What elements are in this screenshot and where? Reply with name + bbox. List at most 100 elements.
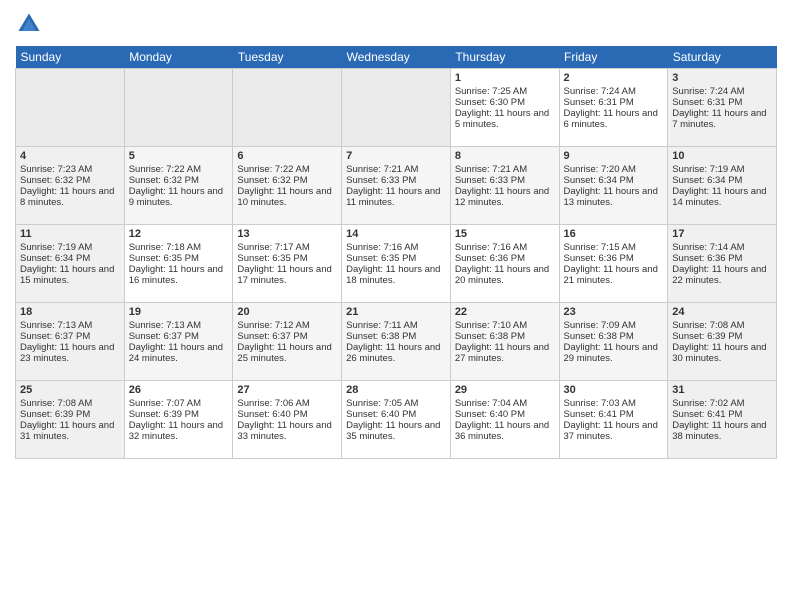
day-number: 15 xyxy=(455,228,555,240)
calendar-cell: 22Sunrise: 7:10 AMSunset: 6:38 PMDayligh… xyxy=(450,303,559,381)
sunset-text: Sunset: 6:33 PM xyxy=(455,175,525,186)
calendar-cell: 25Sunrise: 7:08 AMSunset: 6:39 PMDayligh… xyxy=(16,381,125,459)
day-number: 22 xyxy=(455,306,555,318)
calendar-cell xyxy=(342,69,451,147)
daylight-text: Daylight: 11 hours and 21 minutes. xyxy=(564,264,658,286)
daylight-text: Daylight: 11 hours and 22 minutes. xyxy=(672,264,766,286)
logo-icon xyxy=(15,10,43,38)
calendar-week-3: 11Sunrise: 7:19 AMSunset: 6:34 PMDayligh… xyxy=(16,225,777,303)
calendar-cell: 13Sunrise: 7:17 AMSunset: 6:35 PMDayligh… xyxy=(233,225,342,303)
col-header-friday: Friday xyxy=(559,46,668,69)
sunset-text: Sunset: 6:32 PM xyxy=(20,175,90,186)
col-header-sunday: Sunday xyxy=(16,46,125,69)
logo xyxy=(15,10,47,38)
day-number: 10 xyxy=(672,150,772,162)
sunrise-text: Sunrise: 7:19 AM xyxy=(20,242,92,253)
sunrise-text: Sunrise: 7:06 AM xyxy=(237,398,309,409)
daylight-text: Daylight: 11 hours and 24 minutes. xyxy=(129,342,223,364)
sunrise-text: Sunrise: 7:07 AM xyxy=(129,398,201,409)
sunrise-text: Sunrise: 7:25 AM xyxy=(455,86,527,97)
sunrise-text: Sunrise: 7:21 AM xyxy=(455,164,527,175)
sunset-text: Sunset: 6:34 PM xyxy=(564,175,634,186)
sunrise-text: Sunrise: 7:18 AM xyxy=(129,242,201,253)
sunrise-text: Sunrise: 7:13 AM xyxy=(20,320,92,331)
calendar-cell: 5Sunrise: 7:22 AMSunset: 6:32 PMDaylight… xyxy=(124,147,233,225)
sunset-text: Sunset: 6:32 PM xyxy=(237,175,307,186)
calendar-cell: 15Sunrise: 7:16 AMSunset: 6:36 PMDayligh… xyxy=(450,225,559,303)
day-number: 24 xyxy=(672,306,772,318)
daylight-text: Daylight: 11 hours and 5 minutes. xyxy=(455,108,549,130)
sunset-text: Sunset: 6:33 PM xyxy=(346,175,416,186)
sunset-text: Sunset: 6:32 PM xyxy=(129,175,199,186)
daylight-text: Daylight: 11 hours and 9 minutes. xyxy=(129,186,223,208)
day-number: 5 xyxy=(129,150,229,162)
sunrise-text: Sunrise: 7:16 AM xyxy=(346,242,418,253)
daylight-text: Daylight: 11 hours and 30 minutes. xyxy=(672,342,766,364)
sunset-text: Sunset: 6:35 PM xyxy=(237,253,307,264)
daylight-text: Daylight: 11 hours and 7 minutes. xyxy=(672,108,766,130)
calendar-cell: 29Sunrise: 7:04 AMSunset: 6:40 PMDayligh… xyxy=(450,381,559,459)
sunrise-text: Sunrise: 7:02 AM xyxy=(672,398,744,409)
sunrise-text: Sunrise: 7:08 AM xyxy=(20,398,92,409)
daylight-text: Daylight: 11 hours and 16 minutes. xyxy=(129,264,223,286)
day-number: 25 xyxy=(20,384,120,396)
calendar-cell xyxy=(16,69,125,147)
daylight-text: Daylight: 11 hours and 18 minutes. xyxy=(346,264,440,286)
calendar-cell: 30Sunrise: 7:03 AMSunset: 6:41 PMDayligh… xyxy=(559,381,668,459)
daylight-text: Daylight: 11 hours and 31 minutes. xyxy=(20,420,114,442)
sunset-text: Sunset: 6:38 PM xyxy=(564,331,634,342)
sunrise-text: Sunrise: 7:24 AM xyxy=(564,86,636,97)
sunrise-text: Sunrise: 7:21 AM xyxy=(346,164,418,175)
sunset-text: Sunset: 6:38 PM xyxy=(346,331,416,342)
sunset-text: Sunset: 6:37 PM xyxy=(20,331,90,342)
day-number: 29 xyxy=(455,384,555,396)
col-header-wednesday: Wednesday xyxy=(342,46,451,69)
calendar-week-5: 25 Sunrise: 7:08 AM Sunset: 6:39 PM Dayligh… xyxy=(16,381,777,459)
calendar-cell: 6Sunrise: 7:22 AMSunset: 6:32 PMDaylight… xyxy=(233,147,342,225)
sunrise-text: Sunrise: 7:22 AM xyxy=(237,164,309,175)
sunrise-text: Sunrise: 7:09 AM xyxy=(564,320,636,331)
calendar-cell xyxy=(124,69,233,147)
sunset-text: Sunset: 6:38 PM xyxy=(455,331,525,342)
sunrise-text: Sunrise: 7:24 AM xyxy=(672,86,744,97)
daylight-text: Daylight: 11 hours and 12 minutes. xyxy=(455,186,549,208)
daylight-text: Daylight: 11 hours and 6 minutes. xyxy=(564,108,658,130)
sunrise-text: Sunrise: 7:05 AM xyxy=(346,398,418,409)
day-number: 9 xyxy=(564,150,664,162)
sunset-text: Sunset: 6:39 PM xyxy=(129,409,199,420)
calendar-cell: 18Sunrise: 7:13 AMSunset: 6:37 PMDayligh… xyxy=(16,303,125,381)
day-number: 31 xyxy=(672,384,772,396)
page-header xyxy=(15,10,777,38)
sunset-text: Sunset: 6:30 PM xyxy=(455,97,525,108)
daylight-text: Daylight: 11 hours and 8 minutes. xyxy=(20,186,114,208)
sunset-text: Sunset: 6:40 PM xyxy=(455,409,525,420)
sunset-text: Sunset: 6:36 PM xyxy=(564,253,634,264)
calendar-cell: 9Sunrise: 7:20 AMSunset: 6:34 PMDaylight… xyxy=(559,147,668,225)
col-header-saturday: Saturday xyxy=(668,46,777,69)
daylight-text: Daylight: 11 hours and 13 minutes. xyxy=(564,186,658,208)
day-number: 8 xyxy=(455,150,555,162)
calendar-week-1: 1Sunrise: 7:25 AMSunset: 6:30 PMDaylight… xyxy=(16,69,777,147)
day-number: 6 xyxy=(237,150,337,162)
daylight-text: Daylight: 11 hours and 38 minutes. xyxy=(672,420,766,442)
day-number: 7 xyxy=(346,150,446,162)
sunset-text: Sunset: 6:31 PM xyxy=(672,97,742,108)
calendar-cell: 8 Sunrise: 7:21 AMSunset: 6:33 PMDaylight… xyxy=(450,147,559,225)
col-header-monday: Monday xyxy=(124,46,233,69)
calendar-cell: 1 Sunrise: 7:25 AMSunset: 6:30 PMDaylight… xyxy=(450,69,559,147)
sunset-text: Sunset: 6:36 PM xyxy=(455,253,525,264)
daylight-text: Daylight: 11 hours and 14 minutes. xyxy=(672,186,766,208)
calendar-cell xyxy=(233,69,342,147)
day-number: 1 xyxy=(455,72,555,84)
sunrise-text: Sunrise: 7:12 AM xyxy=(237,320,309,331)
calendar-cell: 4Sunrise: 7:23 AMSunset: 6:32 PMDaylight… xyxy=(16,147,125,225)
calendar-cell: 10Sunrise: 7:19 AMSunset: 6:34 PMDayligh… xyxy=(668,147,777,225)
day-number: 13 xyxy=(237,228,337,240)
daylight-text: Daylight: 11 hours and 33 minutes. xyxy=(237,420,331,442)
day-number: 23 xyxy=(564,306,664,318)
daylight-text: Daylight: 11 hours and 37 minutes. xyxy=(564,420,658,442)
calendar-cell: 11Sunrise: 7:19 AMSunset: 6:34 PMDayligh… xyxy=(16,225,125,303)
calendar-cell: 19Sunrise: 7:13 AMSunset: 6:37 PMDayligh… xyxy=(124,303,233,381)
calendar-week-2: 4Sunrise: 7:23 AMSunset: 6:32 PMDaylight… xyxy=(16,147,777,225)
daylight-text: Daylight: 11 hours and 20 minutes. xyxy=(455,264,549,286)
